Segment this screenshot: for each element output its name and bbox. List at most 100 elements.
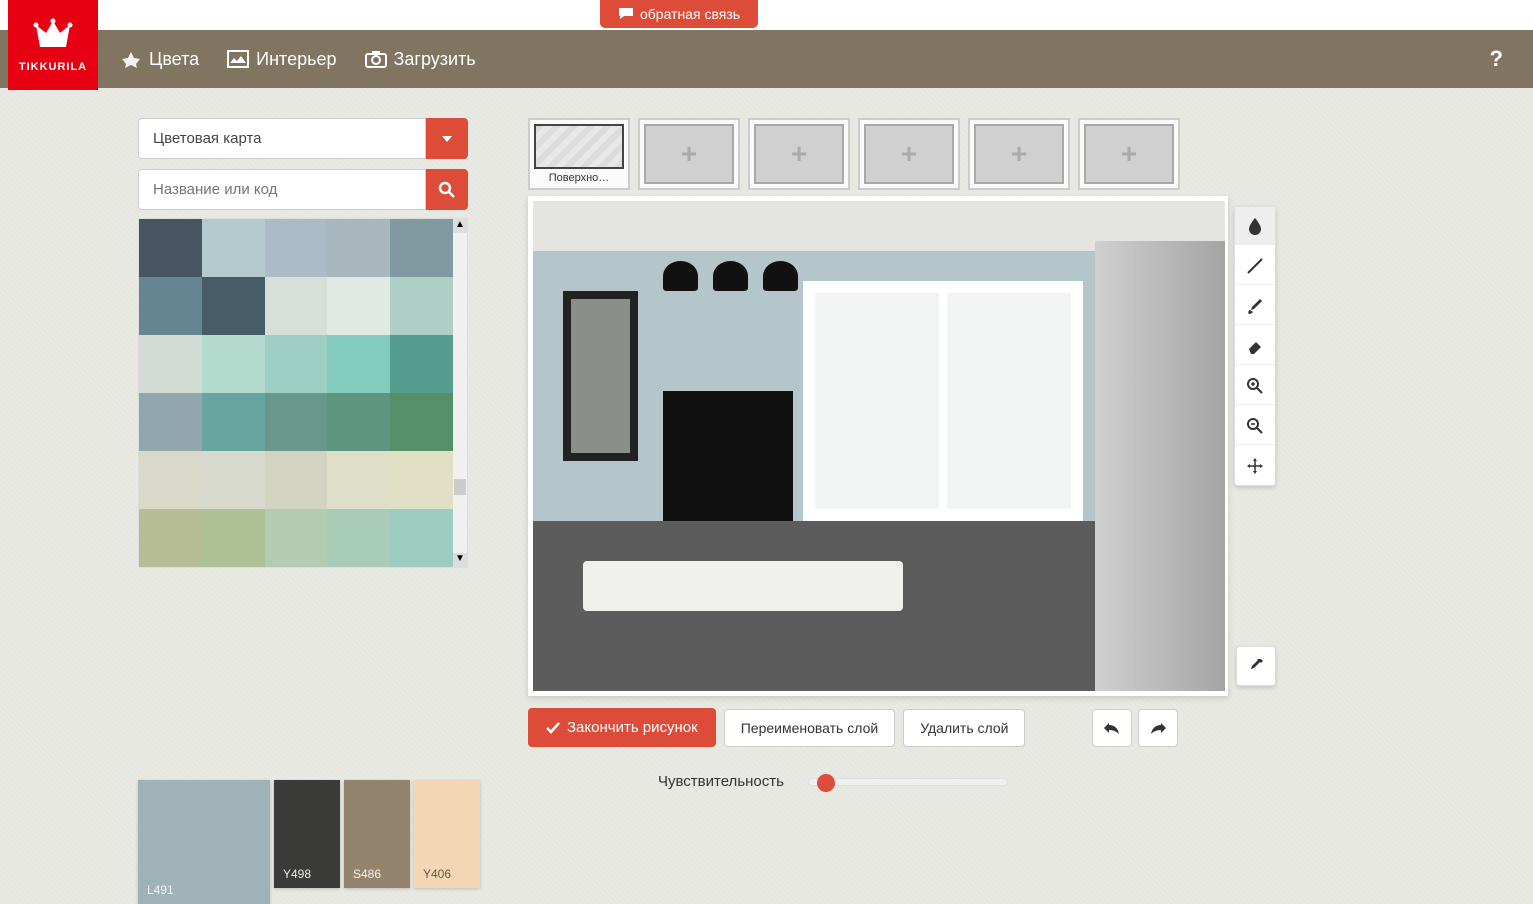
color-swatch[interactable]: [327, 335, 390, 393]
navbar: Цвета Интерьер Загрузить ?: [0, 30, 1533, 88]
tool-move[interactable]: [1235, 447, 1275, 485]
finish-label: Закончить рисунок: [567, 719, 698, 736]
color-swatch[interactable]: [265, 509, 328, 567]
redo-button[interactable]: [1138, 709, 1178, 747]
tool-eraser[interactable]: [1235, 327, 1275, 365]
selected-color-swatch[interactable]: S486: [344, 780, 410, 888]
color-swatch[interactable]: [390, 335, 453, 393]
selected-color-swatch[interactable]: L491: [138, 780, 270, 904]
thumb-img: [534, 124, 624, 169]
thumb-strip: Поверхно… + + + + +: [528, 118, 1228, 190]
feedback-label: обратная связь: [640, 6, 740, 22]
color-swatch[interactable]: [139, 219, 202, 277]
check-icon: [546, 722, 560, 734]
selected-color-code: L491: [147, 883, 174, 897]
color-swatch[interactable]: [202, 451, 265, 509]
color-swatch[interactable]: [390, 393, 453, 451]
nav-colors[interactable]: Цвета: [120, 49, 199, 70]
color-swatch[interactable]: [202, 509, 265, 567]
palette-icon: [120, 50, 142, 68]
thumb-add-1[interactable]: +: [638, 118, 740, 190]
color-swatch[interactable]: [265, 277, 328, 335]
brand-text: TIKKURILA: [19, 61, 87, 73]
scroll-thumb[interactable]: [454, 479, 466, 495]
sensitivity-slider[interactable]: [808, 778, 1008, 786]
color-swatch[interactable]: [202, 335, 265, 393]
swatch-scrollbar[interactable]: ▲ ▼: [453, 219, 467, 567]
color-swatch[interactable]: [390, 509, 453, 567]
color-swatch[interactable]: [202, 219, 265, 277]
nav-help[interactable]: ?: [1490, 46, 1503, 72]
delete-layer-button[interactable]: Удалить слой: [903, 709, 1025, 747]
tool-brush[interactable]: [1235, 287, 1275, 325]
camera-icon: [365, 50, 387, 68]
tool-line[interactable]: [1235, 247, 1275, 285]
selected-color-swatch[interactable]: Y498: [274, 780, 340, 888]
sensitivity-row: Чувствительность: [528, 773, 1228, 790]
swatch-container: ▲ ▼: [138, 218, 468, 568]
color-swatch[interactable]: [265, 451, 328, 509]
eyedropper-icon: [1247, 657, 1265, 675]
color-search-button[interactable]: [426, 169, 468, 210]
finish-button[interactable]: Закончить рисунок: [528, 708, 716, 747]
selected-color-swatch[interactable]: Y406: [414, 780, 480, 888]
color-swatch[interactable]: [202, 393, 265, 451]
color-map-dropdown[interactable]: Цветовая карта: [138, 118, 468, 159]
rename-layer-button[interactable]: Переименовать слой: [724, 709, 895, 747]
nav-upload[interactable]: Загрузить: [365, 49, 476, 70]
color-swatch[interactable]: [327, 393, 390, 451]
thumb-surface-1[interactable]: Поверхно…: [528, 118, 630, 190]
color-swatch[interactable]: [202, 277, 265, 335]
color-map-toggle[interactable]: [426, 118, 468, 159]
color-swatch[interactable]: [327, 509, 390, 567]
thumb-add-4[interactable]: +: [968, 118, 1070, 190]
selected-color-code: S486: [353, 867, 381, 881]
drop-icon: [1246, 217, 1264, 235]
tool-zoom-in[interactable]: [1235, 367, 1275, 405]
color-swatch[interactable]: [265, 393, 328, 451]
selected-colors: L491 Y498 S486 Y406: [138, 780, 480, 904]
color-swatch[interactable]: [139, 393, 202, 451]
tool-eyedropper[interactable]: [1236, 646, 1276, 686]
tool-zoom-out[interactable]: [1235, 407, 1275, 445]
content-area: Цветовая карта ▲ ▼ Поверхно…: [0, 88, 1533, 790]
color-swatch[interactable]: [265, 335, 328, 393]
feedback-button[interactable]: обратная связь: [600, 0, 758, 28]
thumb-add-2[interactable]: +: [748, 118, 850, 190]
color-swatch[interactable]: [139, 451, 202, 509]
canvas-area: [528, 196, 1228, 696]
action-row: Закончить рисунок Переименовать слой Уда…: [528, 708, 1228, 747]
thumb-add-3[interactable]: +: [858, 118, 960, 190]
thumb-add-5[interactable]: +: [1078, 118, 1180, 190]
color-swatch[interactable]: [139, 509, 202, 567]
color-search-input[interactable]: [138, 169, 426, 210]
color-swatch[interactable]: [265, 219, 328, 277]
color-swatch[interactable]: [390, 219, 453, 277]
plus-icon: +: [901, 138, 917, 170]
scroll-down-icon[interactable]: ▼: [453, 553, 467, 567]
redo-icon: [1149, 721, 1167, 735]
zoom-in-icon: [1246, 377, 1264, 395]
undo-icon: [1103, 721, 1121, 735]
color-swatch[interactable]: [390, 451, 453, 509]
swatch-grid: [139, 219, 453, 567]
color-swatch[interactable]: [327, 451, 390, 509]
main-panel: Поверхно… + + + + +: [528, 118, 1228, 790]
tool-fill[interactable]: [1235, 207, 1275, 245]
caret-down-icon: [442, 136, 452, 142]
color-swatch[interactable]: [139, 335, 202, 393]
plus-icon: +: [1121, 138, 1137, 170]
nav-colors-label: Цвета: [149, 49, 199, 70]
undo-button[interactable]: [1092, 709, 1132, 747]
canvas-image[interactable]: [533, 201, 1225, 691]
color-swatch[interactable]: [139, 277, 202, 335]
color-panel: Цветовая карта ▲ ▼: [138, 118, 468, 790]
color-swatch[interactable]: [390, 277, 453, 335]
nav-interior[interactable]: Интерьер: [227, 49, 336, 70]
color-swatch[interactable]: [327, 219, 390, 277]
scroll-up-icon[interactable]: ▲: [453, 219, 467, 233]
slider-handle[interactable]: [817, 774, 835, 792]
sensitivity-label: Чувствительность: [658, 773, 784, 790]
color-swatch[interactable]: [327, 277, 390, 335]
brand-logo[interactable]: TIKKURILA: [8, 0, 98, 90]
